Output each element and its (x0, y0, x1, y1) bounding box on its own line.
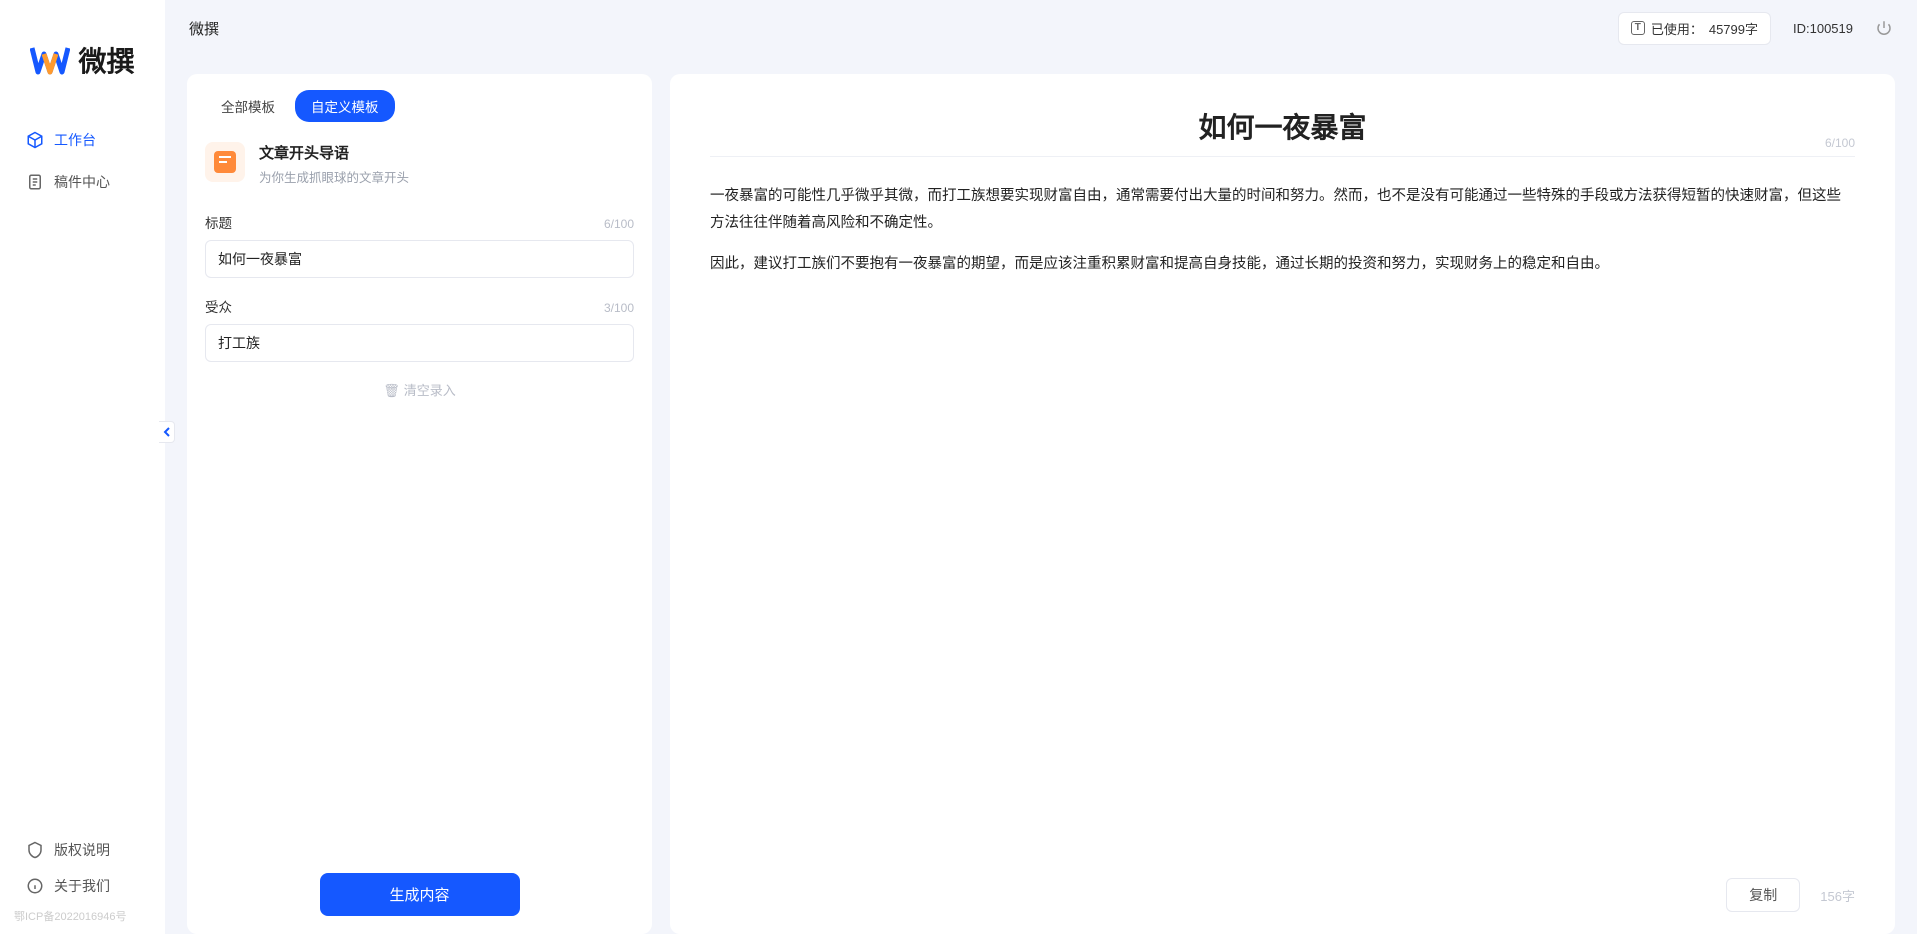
text-icon: T (1631, 21, 1645, 35)
sidebar: 微撰 工作台 稿件中心 (0, 0, 165, 934)
collapse-sidebar-handle[interactable] (159, 421, 175, 443)
usage-chip[interactable]: T 已使用： 45799字 (1618, 12, 1771, 45)
title-label: 标题 (205, 212, 232, 232)
form: 标题 6/100 受众 3/100 🗑清空录入 (187, 204, 652, 855)
logo: 微撰 (0, 20, 165, 110)
topbar-right: T 已使用： 45799字 ID:100519 (1618, 12, 1893, 45)
audience-field: 受众 3/100 (205, 296, 634, 362)
nav-item-label: 稿件中心 (54, 172, 110, 192)
sidebar-about[interactable]: 关于我们 (14, 868, 151, 904)
tab-all-templates[interactable]: 全部模板 (205, 90, 291, 122)
cube-icon (26, 131, 44, 149)
template-meta: 文章开头导语 为你生成抓眼球的文章开头 (259, 142, 409, 186)
output-footer: 复制 156字 (670, 862, 1895, 934)
usage-value: 45799字 (1709, 19, 1758, 38)
title-input[interactable] (205, 240, 634, 278)
icp-text: 鄂ICP备2022016946号 (0, 904, 165, 924)
power-icon[interactable] (1875, 19, 1893, 37)
clear-input-button[interactable]: 🗑清空录入 (205, 380, 634, 399)
output-body: 一夜暴富的可能性几乎微乎其微，而打工族想要实现财富自由，通常需要付出大量的时间和… (670, 165, 1895, 862)
usage-prefix: 已使用： (1651, 19, 1703, 38)
audience-count: 3/100 (604, 301, 634, 315)
title-field: 标题 6/100 (205, 212, 634, 278)
article-intro-icon (214, 151, 236, 173)
generate-row: 生成内容 (187, 855, 652, 934)
nav: 工作台 稿件中心 (0, 110, 165, 826)
output-paragraph: 因此，建议打工族们不要抱有一夜暴富的期望，而是应该注重积累财富和提高自身技能，通… (710, 251, 1855, 278)
main: 微撰 T 已使用： 45799字 ID:100519 全部模板 (165, 0, 1917, 934)
sidebar-bottom: 版权说明 关于我们 (0, 826, 165, 904)
nav-item-drafts[interactable]: 稿件中心 (14, 162, 151, 202)
copy-button[interactable]: 复制 (1726, 878, 1800, 912)
nav-item-label: 工作台 (54, 130, 96, 150)
template-title: 文章开头导语 (259, 142, 409, 163)
sidebar-copyright[interactable]: 版权说明 (14, 832, 151, 868)
template-header: 文章开头导语 为你生成抓眼球的文章开头 (187, 128, 652, 204)
template-tabs: 全部模板 自定义模板 (187, 74, 652, 128)
page-title: 微撰 (189, 18, 219, 39)
left-panel: 全部模板 自定义模板 文章开头导语 为你生成抓眼球的文章开头 标题 (187, 74, 652, 934)
template-icon (205, 142, 245, 182)
trash-icon: 🗑 (383, 383, 400, 398)
tab-custom-template[interactable]: 自定义模板 (295, 90, 395, 122)
generate-button[interactable]: 生成内容 (320, 873, 520, 916)
content: 全部模板 自定义模板 文章开头导语 为你生成抓眼球的文章开头 标题 (165, 56, 1917, 934)
audience-label: 受众 (205, 296, 232, 316)
logo-text: 微撰 (78, 40, 134, 80)
right-panel: 如何一夜暴富 6/100 一夜暴富的可能性几乎微乎其微，而打工族想要实现财富自由… (670, 74, 1895, 934)
output-paragraph: 一夜暴富的可能性几乎微乎其微，而打工族想要实现财富自由，通常需要付出大量的时间和… (710, 183, 1855, 237)
topbar: 微撰 T 已使用： 45799字 ID:100519 (165, 0, 1917, 56)
audience-input[interactable] (205, 324, 634, 362)
output-title: 如何一夜暴富 (710, 106, 1855, 146)
sidebar-about-label: 关于我们 (54, 876, 110, 896)
document-icon (26, 173, 44, 191)
user-id: ID:100519 (1793, 21, 1853, 36)
info-icon (26, 877, 44, 895)
template-desc: 为你生成抓眼球的文章开头 (259, 167, 409, 186)
shield-icon (26, 841, 44, 859)
output-char-count: 156字 (1820, 886, 1855, 905)
title-count: 6/100 (604, 217, 634, 231)
logo-mark-icon (30, 40, 70, 80)
sidebar-copyright-label: 版权说明 (54, 840, 110, 860)
output-header: 如何一夜暴富 6/100 (670, 74, 1895, 165)
output-title-count: 6/100 (1825, 136, 1855, 150)
nav-item-workspace[interactable]: 工作台 (14, 120, 151, 160)
